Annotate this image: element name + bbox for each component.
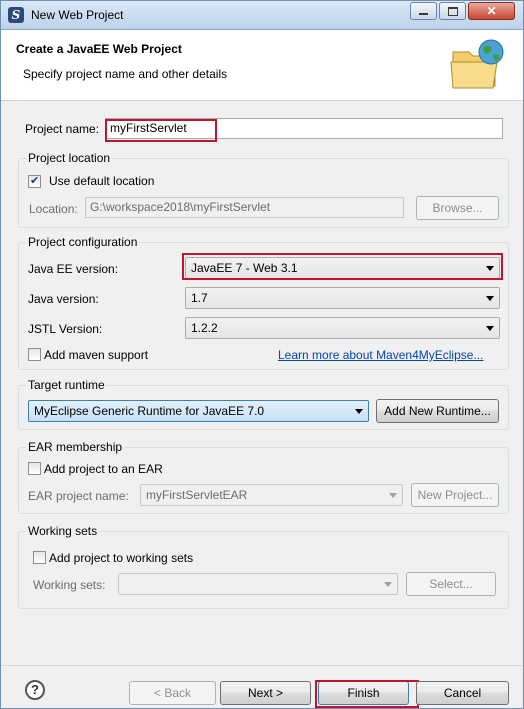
add-maven-support-label: Add maven support [44,348,149,362]
minimize-button[interactable] [410,2,437,20]
add-to-working-sets-checkbox[interactable] [33,551,46,564]
javaee-version-highlight [182,253,503,280]
help-icon[interactable]: ? [25,680,45,700]
working-sets-label: Working sets: [33,578,106,592]
new-web-project-dialog: S New Web Project ✕ Create a JavaEE Web … [0,0,524,709]
location-input[interactable]: G:\workspace2018\myFirstServlet [85,197,404,218]
add-to-ear-label: Add project to an EAR [44,462,163,476]
ear-membership-group-label: EAR membership [26,440,125,454]
target-runtime-value: MyEclipse Generic Runtime for JavaEE 7.0 [34,404,265,418]
use-default-location-checkbox[interactable] [28,174,41,188]
close-icon: ✕ [486,4,497,18]
wizard-header: Create a JavaEE Web Project Specify proj… [1,30,523,101]
folder-globe-icon [450,39,504,89]
target-runtime-select[interactable]: MyEclipse Generic Runtime for JavaEE 7.0 [28,400,369,422]
chevron-down-icon [389,493,397,498]
cancel-button[interactable]: Cancel [416,681,509,705]
select-working-sets-button[interactable]: Select... [406,572,496,596]
add-maven-support-checkbox[interactable] [28,348,41,361]
back-button[interactable]: < Back [129,681,216,705]
working-sets-select[interactable] [118,573,398,595]
working-sets-group [18,531,509,609]
window-title: New Web Project [31,8,124,22]
next-button[interactable]: Next > [220,681,311,705]
java-version-select[interactable]: 1.7 [185,287,500,309]
new-ear-project-button[interactable]: New Project... [411,483,499,507]
chevron-down-icon [384,582,392,587]
wizard-subtitle: Specify project name and other details [23,67,228,81]
ear-project-name-label: EAR project name: [28,489,129,503]
java-version-label: Java version: [28,292,99,306]
learn-more-maven-link[interactable]: Learn more about Maven4MyEclipse... [278,348,483,362]
close-button[interactable]: ✕ [468,2,515,20]
myeclipse-app-icon: S [8,7,24,23]
chevron-down-icon [486,326,494,331]
ear-project-name-select[interactable]: myFirstServletEAR [140,484,403,506]
footer-separator [1,665,523,666]
location-label: Location: [29,202,78,216]
working-sets-group-label: Working sets [26,524,100,538]
wizard-title: Create a JavaEE Web Project [16,42,182,56]
jstl-version-select[interactable]: 1.2.2 [185,317,500,339]
chevron-down-icon [486,296,494,301]
project-configuration-group-label: Project configuration [26,235,140,249]
target-runtime-group-label: Target runtime [26,378,107,392]
ear-project-name-value: myFirstServletEAR [146,488,248,502]
title-bar[interactable]: S New Web Project ✕ [1,1,523,30]
browse-button[interactable]: Browse... [416,196,499,220]
jstl-version-label: JSTL Version: [28,322,103,336]
finish-highlight [315,680,419,708]
jstl-version-value: 1.2.2 [191,321,218,335]
project-location-group-label: Project location [26,151,113,165]
java-version-value: 1.7 [191,291,208,305]
add-to-working-sets-label: Add project to working sets [49,551,194,565]
add-to-ear-checkbox[interactable] [28,462,41,475]
add-new-runtime-button[interactable]: Add New Runtime... [376,399,499,423]
project-name-label: Project name: [25,122,100,136]
maximize-button[interactable] [439,2,466,20]
chevron-down-icon [355,409,363,414]
use-default-location-label: Use default location [49,174,155,188]
javaee-version-label: Java EE version: [28,262,119,276]
project-name-highlight [105,119,217,142]
